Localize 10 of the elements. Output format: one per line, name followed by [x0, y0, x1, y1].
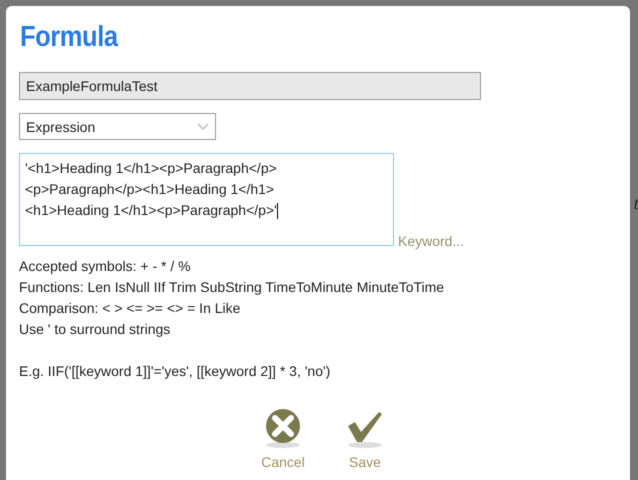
- dialog-title: Formula: [20, 20, 118, 54]
- expression-field[interactable]: '<h1>Heading 1</h1><p>Paragraph</p> <p>Paragraph</p><h1>Heading 1</h1> <h1>Heading 1</h1><p>Paragraph</p>': [19, 153, 394, 246]
- help-text: Functions: Len IsNull IIf Trim SubString TimeToMinute MinuteToTime: [19, 278, 446, 297]
- example-text: E.g. IIF('[[keyword 1]]'='yes', [[keyword 2]] * 3, 'no'): [19, 362, 332, 381]
- help-text: Accepted symbols: + - * / %: [19, 257, 192, 276]
- help-text: Comparison: < > <= >= <> = In Like: [19, 299, 242, 318]
- type-dropdown[interactable]: Expression: [19, 113, 216, 140]
- help-text: Use ' to surround strings: [19, 320, 172, 339]
- close-icon: [263, 408, 303, 448]
- chevron-down-icon: [197, 122, 209, 130]
